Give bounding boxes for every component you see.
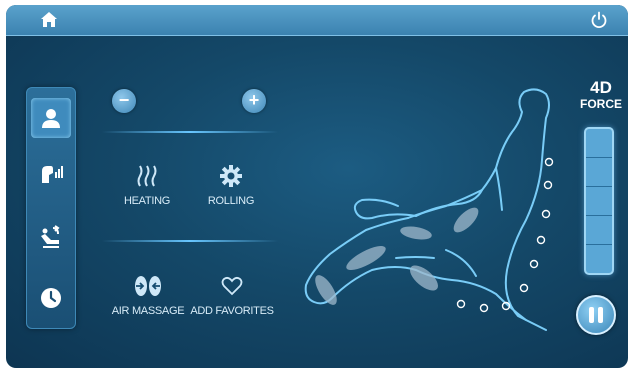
force-segment-divider: [586, 244, 612, 245]
pause-bar-left: [589, 307, 594, 323]
clock-icon[interactable]: [31, 278, 71, 318]
divider-bottom: [102, 240, 278, 242]
air-massage-button[interactable]: AIR MASSAGE: [107, 273, 189, 317]
massage-body-outline: [296, 80, 571, 342]
user-icon[interactable]: [31, 98, 71, 138]
top-bar: [6, 5, 628, 36]
heart-icon: [189, 273, 275, 299]
gear-icon: [198, 163, 264, 189]
add-favorites-button[interactable]: ADD FAVORITES: [189, 273, 275, 317]
force-segment-divider: [586, 157, 612, 158]
force-segment-divider: [586, 215, 612, 216]
force-title: 4D FORCE: [574, 78, 628, 112]
app-frame: − + HEATING ROLLING AIR MASSAGE ADD FAVO…: [6, 5, 628, 368]
power-icon[interactable]: [590, 11, 608, 29]
mode-sidebar: [26, 87, 76, 329]
force-level-bar[interactable]: [584, 127, 614, 275]
force-title-line2: FORCE: [580, 97, 622, 111]
force-segment-divider: [586, 186, 612, 187]
air-massage-icon: [107, 273, 189, 299]
heating-button[interactable]: HEATING: [112, 163, 182, 207]
recline-chair-icon[interactable]: [31, 216, 71, 256]
rolling-label: ROLLING: [207, 195, 255, 207]
pause-button[interactable]: [576, 295, 616, 335]
divider-top: [102, 131, 278, 133]
force-title-line1: 4D: [590, 78, 612, 97]
heating-label: HEATING: [124, 195, 170, 207]
air-massage-label: AIR MASSAGE: [111, 305, 185, 317]
decrease-button[interactable]: −: [112, 89, 136, 113]
heat-waves-icon: [112, 163, 182, 189]
rolling-button[interactable]: ROLLING: [198, 163, 264, 207]
increase-button[interactable]: +: [242, 89, 266, 113]
body-intensity-icon[interactable]: [31, 154, 71, 194]
pause-bar-right: [598, 307, 603, 323]
add-favorites-label: ADD FAVORITES: [190, 305, 274, 317]
home-icon[interactable]: [40, 11, 58, 29]
